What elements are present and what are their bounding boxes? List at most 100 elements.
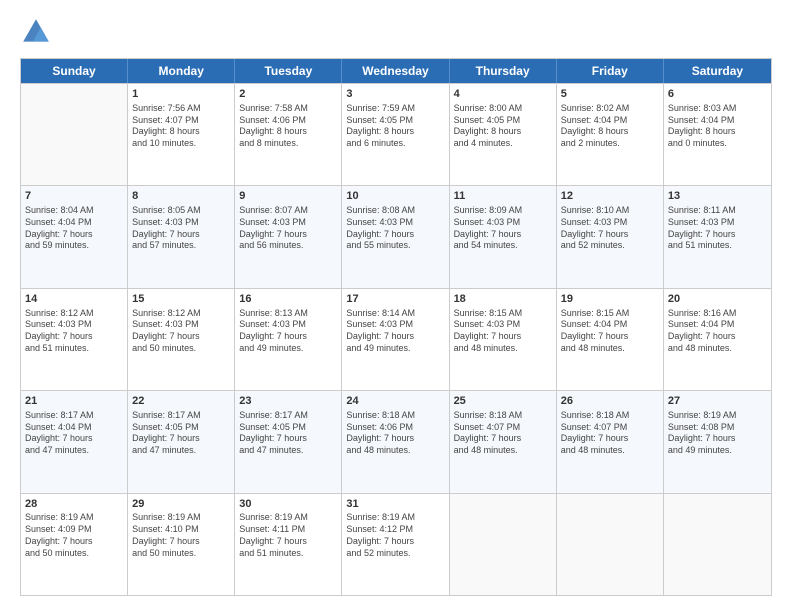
header (20, 16, 772, 48)
day-info: Sunrise: 8:12 AM Sunset: 4:03 PM Dayligh… (132, 308, 230, 355)
day-info: Sunrise: 8:13 AM Sunset: 4:03 PM Dayligh… (239, 308, 337, 355)
day-info: Sunrise: 8:16 AM Sunset: 4:04 PM Dayligh… (668, 308, 767, 355)
day-number: 27 (668, 394, 767, 409)
day-info: Sunrise: 8:18 AM Sunset: 4:07 PM Dayligh… (454, 410, 552, 457)
day-info: Sunrise: 8:19 AM Sunset: 4:12 PM Dayligh… (346, 512, 444, 559)
day-info: Sunrise: 8:07 AM Sunset: 4:03 PM Dayligh… (239, 205, 337, 252)
day-info: Sunrise: 8:08 AM Sunset: 4:03 PM Dayligh… (346, 205, 444, 252)
day-cell-5: 5Sunrise: 8:02 AM Sunset: 4:04 PM Daylig… (557, 84, 664, 185)
day-cell-8: 8Sunrise: 8:05 AM Sunset: 4:03 PM Daylig… (128, 186, 235, 287)
day-cell-4: 4Sunrise: 8:00 AM Sunset: 4:05 PM Daylig… (450, 84, 557, 185)
day-info: Sunrise: 7:59 AM Sunset: 4:05 PM Dayligh… (346, 103, 444, 150)
day-cell-24: 24Sunrise: 8:18 AM Sunset: 4:06 PM Dayli… (342, 391, 449, 492)
day-info: Sunrise: 8:15 AM Sunset: 4:04 PM Dayligh… (561, 308, 659, 355)
day-number: 18 (454, 292, 552, 307)
day-number: 26 (561, 394, 659, 409)
day-cell-19: 19Sunrise: 8:15 AM Sunset: 4:04 PM Dayli… (557, 289, 664, 390)
day-cell-31: 31Sunrise: 8:19 AM Sunset: 4:12 PM Dayli… (342, 494, 449, 595)
day-cell-3: 3Sunrise: 7:59 AM Sunset: 4:05 PM Daylig… (342, 84, 449, 185)
weekday-header-sunday: Sunday (21, 59, 128, 83)
day-cell-23: 23Sunrise: 8:17 AM Sunset: 4:05 PM Dayli… (235, 391, 342, 492)
day-number: 28 (25, 497, 123, 512)
day-cell-2: 2Sunrise: 7:58 AM Sunset: 4:06 PM Daylig… (235, 84, 342, 185)
day-number: 24 (346, 394, 444, 409)
day-cell-11: 11Sunrise: 8:09 AM Sunset: 4:03 PM Dayli… (450, 186, 557, 287)
day-number: 19 (561, 292, 659, 307)
day-info: Sunrise: 8:17 AM Sunset: 4:05 PM Dayligh… (132, 410, 230, 457)
day-cell-16: 16Sunrise: 8:13 AM Sunset: 4:03 PM Dayli… (235, 289, 342, 390)
day-info: Sunrise: 7:58 AM Sunset: 4:06 PM Dayligh… (239, 103, 337, 150)
day-cell-20: 20Sunrise: 8:16 AM Sunset: 4:04 PM Dayli… (664, 289, 771, 390)
calendar-row-4: 21Sunrise: 8:17 AM Sunset: 4:04 PM Dayli… (21, 390, 771, 492)
day-cell-30: 30Sunrise: 8:19 AM Sunset: 4:11 PM Dayli… (235, 494, 342, 595)
day-cell-21: 21Sunrise: 8:17 AM Sunset: 4:04 PM Dayli… (21, 391, 128, 492)
day-number: 17 (346, 292, 444, 307)
day-number: 16 (239, 292, 337, 307)
weekday-header-wednesday: Wednesday (342, 59, 449, 83)
day-info: Sunrise: 8:17 AM Sunset: 4:04 PM Dayligh… (25, 410, 123, 457)
day-cell-26: 26Sunrise: 8:18 AM Sunset: 4:07 PM Dayli… (557, 391, 664, 492)
day-info: Sunrise: 8:17 AM Sunset: 4:05 PM Dayligh… (239, 410, 337, 457)
day-info: Sunrise: 8:19 AM Sunset: 4:10 PM Dayligh… (132, 512, 230, 559)
day-cell-7: 7Sunrise: 8:04 AM Sunset: 4:04 PM Daylig… (21, 186, 128, 287)
day-number: 2 (239, 87, 337, 102)
day-cell-12: 12Sunrise: 8:10 AM Sunset: 4:03 PM Dayli… (557, 186, 664, 287)
day-number: 6 (668, 87, 767, 102)
weekday-header-thursday: Thursday (450, 59, 557, 83)
day-cell-10: 10Sunrise: 8:08 AM Sunset: 4:03 PM Dayli… (342, 186, 449, 287)
day-cell-29: 29Sunrise: 8:19 AM Sunset: 4:10 PM Dayli… (128, 494, 235, 595)
day-cell-14: 14Sunrise: 8:12 AM Sunset: 4:03 PM Dayli… (21, 289, 128, 390)
day-number: 10 (346, 189, 444, 204)
day-info: Sunrise: 8:19 AM Sunset: 4:09 PM Dayligh… (25, 512, 123, 559)
logo-icon (20, 16, 52, 48)
day-cell-15: 15Sunrise: 8:12 AM Sunset: 4:03 PM Dayli… (128, 289, 235, 390)
day-number: 8 (132, 189, 230, 204)
day-number: 20 (668, 292, 767, 307)
day-info: Sunrise: 8:09 AM Sunset: 4:03 PM Dayligh… (454, 205, 552, 252)
day-cell-17: 17Sunrise: 8:14 AM Sunset: 4:03 PM Dayli… (342, 289, 449, 390)
day-cell-28: 28Sunrise: 8:19 AM Sunset: 4:09 PM Dayli… (21, 494, 128, 595)
day-number: 30 (239, 497, 337, 512)
weekday-header-tuesday: Tuesday (235, 59, 342, 83)
day-number: 7 (25, 189, 123, 204)
day-number: 25 (454, 394, 552, 409)
weekday-header-monday: Monday (128, 59, 235, 83)
day-number: 29 (132, 497, 230, 512)
day-info: Sunrise: 8:02 AM Sunset: 4:04 PM Dayligh… (561, 103, 659, 150)
day-number: 4 (454, 87, 552, 102)
day-info: Sunrise: 8:19 AM Sunset: 4:11 PM Dayligh… (239, 512, 337, 559)
day-number: 23 (239, 394, 337, 409)
day-cell-25: 25Sunrise: 8:18 AM Sunset: 4:07 PM Dayli… (450, 391, 557, 492)
day-number: 9 (239, 189, 337, 204)
day-info: Sunrise: 8:00 AM Sunset: 4:05 PM Dayligh… (454, 103, 552, 150)
day-info: Sunrise: 7:56 AM Sunset: 4:07 PM Dayligh… (132, 103, 230, 150)
empty-cell-r0c0 (21, 84, 128, 185)
day-info: Sunrise: 8:04 AM Sunset: 4:04 PM Dayligh… (25, 205, 123, 252)
day-info: Sunrise: 8:03 AM Sunset: 4:04 PM Dayligh… (668, 103, 767, 150)
day-info: Sunrise: 8:12 AM Sunset: 4:03 PM Dayligh… (25, 308, 123, 355)
day-number: 3 (346, 87, 444, 102)
day-number: 12 (561, 189, 659, 204)
empty-cell-r4c4 (450, 494, 557, 595)
day-cell-9: 9Sunrise: 8:07 AM Sunset: 4:03 PM Daylig… (235, 186, 342, 287)
calendar-row-2: 7Sunrise: 8:04 AM Sunset: 4:04 PM Daylig… (21, 185, 771, 287)
empty-cell-r4c5 (557, 494, 664, 595)
day-number: 14 (25, 292, 123, 307)
day-info: Sunrise: 8:11 AM Sunset: 4:03 PM Dayligh… (668, 205, 767, 252)
day-info: Sunrise: 8:14 AM Sunset: 4:03 PM Dayligh… (346, 308, 444, 355)
day-info: Sunrise: 8:18 AM Sunset: 4:06 PM Dayligh… (346, 410, 444, 457)
day-number: 22 (132, 394, 230, 409)
day-info: Sunrise: 8:10 AM Sunset: 4:03 PM Dayligh… (561, 205, 659, 252)
day-number: 11 (454, 189, 552, 204)
day-number: 5 (561, 87, 659, 102)
day-number: 1 (132, 87, 230, 102)
logo (20, 16, 56, 48)
empty-cell-r4c6 (664, 494, 771, 595)
calendar: SundayMondayTuesdayWednesdayThursdayFrid… (20, 58, 772, 596)
calendar-body: 1Sunrise: 7:56 AM Sunset: 4:07 PM Daylig… (21, 83, 771, 595)
day-cell-27: 27Sunrise: 8:19 AM Sunset: 4:08 PM Dayli… (664, 391, 771, 492)
day-info: Sunrise: 8:18 AM Sunset: 4:07 PM Dayligh… (561, 410, 659, 457)
calendar-header: SundayMondayTuesdayWednesdayThursdayFrid… (21, 59, 771, 83)
day-cell-1: 1Sunrise: 7:56 AM Sunset: 4:07 PM Daylig… (128, 84, 235, 185)
weekday-header-saturday: Saturday (664, 59, 771, 83)
